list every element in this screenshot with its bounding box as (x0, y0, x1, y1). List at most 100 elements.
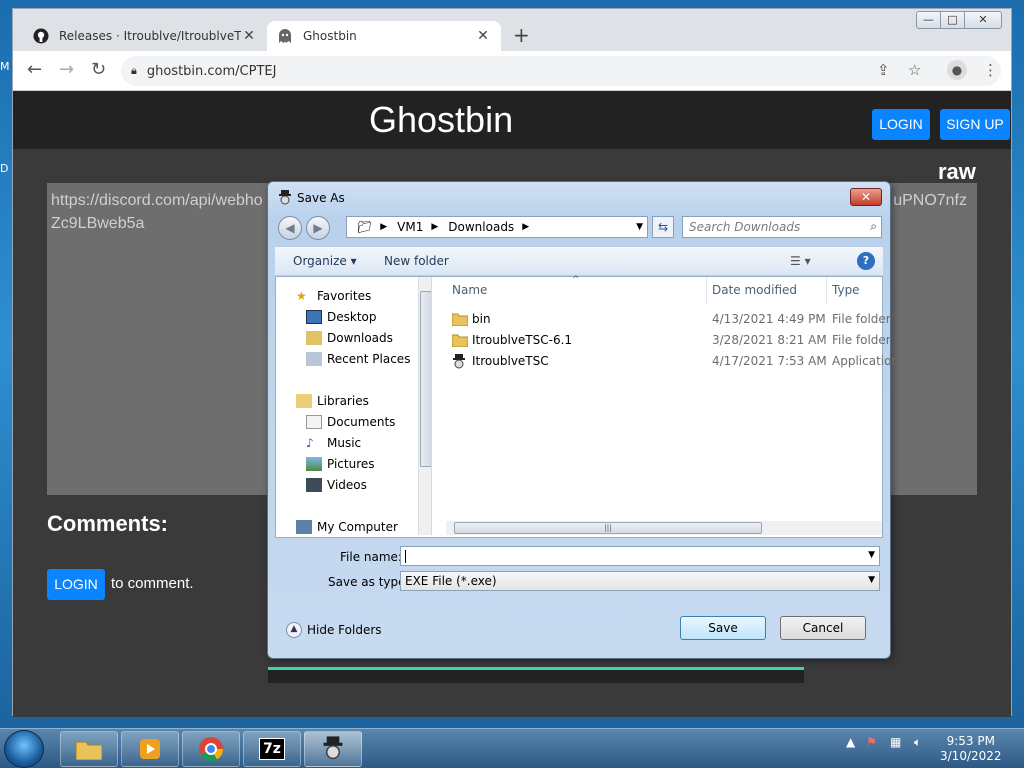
paste-line-tail: uPNO7nfz (893, 192, 967, 209)
close-tab-icon[interactable]: ✕ (475, 28, 491, 44)
file-row[interactable]: ItroublveTSC-6.1 3/28/2021 8:21 AM File … (446, 330, 891, 350)
search-input[interactable]: Search Downloads ⌕ (682, 216, 882, 238)
save-type-value: EXE File (*.exe) (405, 574, 497, 588)
hide-folders-toggle[interactable]: ▲ Hide Folders (286, 622, 382, 638)
chrome-taskbar-icon[interactable] (182, 731, 240, 767)
scroll-thumb[interactable]: ||| (454, 522, 762, 534)
nav-scrollbar[interactable] (418, 277, 431, 535)
view-options-icon[interactable]: ☰ ▾ (790, 254, 811, 268)
volume-icon[interactable]: 🔈︎ (914, 735, 921, 750)
minimize-button[interactable]: — (917, 12, 941, 28)
file-row[interactable]: ItroublveTSC 4/17/2021 7:53 AM Applicati… (446, 351, 899, 371)
help-icon[interactable]: ? (857, 252, 875, 270)
itroublve-taskbar-icon[interactable] (304, 731, 362, 767)
raw-link[interactable]: raw (938, 159, 976, 185)
tab-title: Ghostbin (303, 29, 357, 43)
dialog-title: Save As (297, 191, 345, 205)
chevron-down-icon[interactable]: ▼ (868, 550, 875, 560)
nav-favorites[interactable]: ★ Favorites (296, 289, 371, 303)
text-cursor (405, 550, 406, 563)
recent-places-icon (306, 352, 322, 366)
column-name[interactable]: Name (452, 283, 487, 297)
network-icon[interactable]: ▦ (890, 735, 901, 749)
libraries-icon (296, 394, 312, 408)
save-button[interactable]: Save (680, 616, 766, 640)
dialog-close-button[interactable]: ✕ (850, 188, 882, 206)
lock-icon: 🔒︎ (131, 64, 137, 77)
tab-releases[interactable]: Releases · Itroublve/ItroublveTSC ✕ (23, 21, 267, 51)
menu-kebab-icon[interactable]: ⋮ (983, 61, 998, 79)
chevron-down-icon[interactable]: ▼ (868, 575, 875, 585)
address-bar[interactable]: 🔒︎ ghostbin.com/CPTEJ (121, 56, 1001, 86)
nav-label: Videos (327, 478, 367, 492)
nav-label: Desktop (327, 310, 377, 324)
music-icon: ♪ (306, 436, 314, 450)
nav-label: Libraries (317, 394, 369, 408)
profile-avatar-icon[interactable]: ● (947, 60, 967, 80)
save-type-label: Save as type: (328, 575, 410, 589)
share-icon[interactable]: ⇪ (877, 61, 890, 79)
login-button[interactable]: LOGIN (872, 109, 930, 140)
nav-label: Favorites (317, 289, 372, 303)
7zip-taskbar-icon[interactable]: 7z (243, 731, 301, 767)
file-name: ItroublveTSC (472, 354, 549, 368)
reload-icon[interactable]: ↻ (91, 61, 106, 79)
breadcrumb-vm1[interactable]: VM1 (397, 220, 423, 234)
nav-desktop[interactable]: Desktop (306, 310, 377, 324)
file-type: File folder (832, 333, 891, 347)
nav-recent-places[interactable]: Recent Places (306, 352, 410, 366)
nav-pictures[interactable]: Pictures (306, 457, 375, 471)
new-tab-button[interactable]: + (513, 25, 530, 45)
start-button[interactable] (4, 730, 44, 768)
desktop-icon (306, 310, 322, 324)
show-hidden-icons-icon[interactable]: ▲ (846, 735, 855, 749)
nav-videos[interactable]: Videos (306, 478, 367, 492)
file-name-field[interactable]: ▼ (400, 546, 880, 566)
tab-ghostbin[interactable]: Ghostbin ✕ (267, 21, 501, 51)
breadcrumb-downloads[interactable]: Downloads (448, 220, 514, 234)
star-icon: ★ (296, 289, 307, 303)
nav-music[interactable]: ♪ Music (306, 436, 361, 450)
explorer-taskbar-icon[interactable] (60, 731, 118, 767)
forward-icon[interactable]: ▶ (306, 216, 330, 240)
videos-icon (306, 478, 322, 492)
media-player-taskbar-icon[interactable] (121, 731, 179, 767)
path-breadcrumb[interactable]: 📁︎ ▶ VM1 ▶ Downloads ▶ ▼ (346, 216, 648, 238)
close-window-button[interactable]: ✕ (965, 12, 1001, 28)
clock-time: 9:53 PM (946, 734, 995, 748)
back-icon[interactable]: ← (27, 61, 42, 79)
tab-strip: — □ ✕ Releases · Itroublve/ItroublveTSC … (13, 9, 1011, 51)
nav-label: Music (327, 436, 362, 450)
column-type[interactable]: Type (832, 283, 860, 297)
forward-icon[interactable]: → (59, 61, 74, 79)
save-type-select[interactable]: EXE File (*.exe) ▼ (400, 571, 880, 591)
file-date: 4/17/2021 7:53 AM (712, 354, 827, 368)
system-clock[interactable]: 9:53 PM 3/10/2022 (940, 734, 1002, 764)
nav-my-computer[interactable]: My Computer (296, 520, 398, 534)
new-folder-button[interactable]: New folder (384, 254, 449, 268)
site-logo[interactable]: Ghostbin (369, 99, 513, 141)
horizontal-scrollbar[interactable]: ||| (446, 521, 882, 535)
navigation-pane: ★ Favorites Desktop Downloads Recent Plac… (276, 277, 432, 535)
desktop-glyph: M (0, 60, 10, 73)
nav-label: Documents (327, 415, 396, 429)
organize-button[interactable]: Organize ▾ (293, 254, 357, 268)
downloads-icon (306, 331, 322, 345)
nav-documents[interactable]: Documents (306, 415, 395, 429)
github-icon (33, 28, 49, 44)
nav-libraries[interactable]: Libraries (296, 394, 369, 408)
maximize-button[interactable]: □ (941, 12, 965, 28)
refresh-icon[interactable]: ⇆ (652, 216, 674, 238)
signup-button[interactable]: SIGN UP (940, 109, 1010, 140)
scroll-thumb[interactable] (420, 291, 431, 467)
bookmark-star-icon[interactable]: ☆ (908, 61, 921, 79)
action-center-flag-icon[interactable]: ⚑ (866, 735, 877, 749)
file-row[interactable]: bin 4/13/2021 4:49 PM File folder (446, 309, 891, 329)
column-date-modified[interactable]: Date modified (712, 283, 797, 297)
back-icon[interactable]: ◀ (278, 216, 302, 240)
nav-downloads[interactable]: Downloads (306, 331, 393, 345)
close-tab-icon[interactable]: ✕ (241, 28, 257, 44)
cancel-button[interactable]: Cancel (780, 616, 866, 640)
comment-login-button[interactable]: LOGIN (47, 569, 105, 600)
chevron-down-icon[interactable]: ▼ (636, 222, 643, 232)
